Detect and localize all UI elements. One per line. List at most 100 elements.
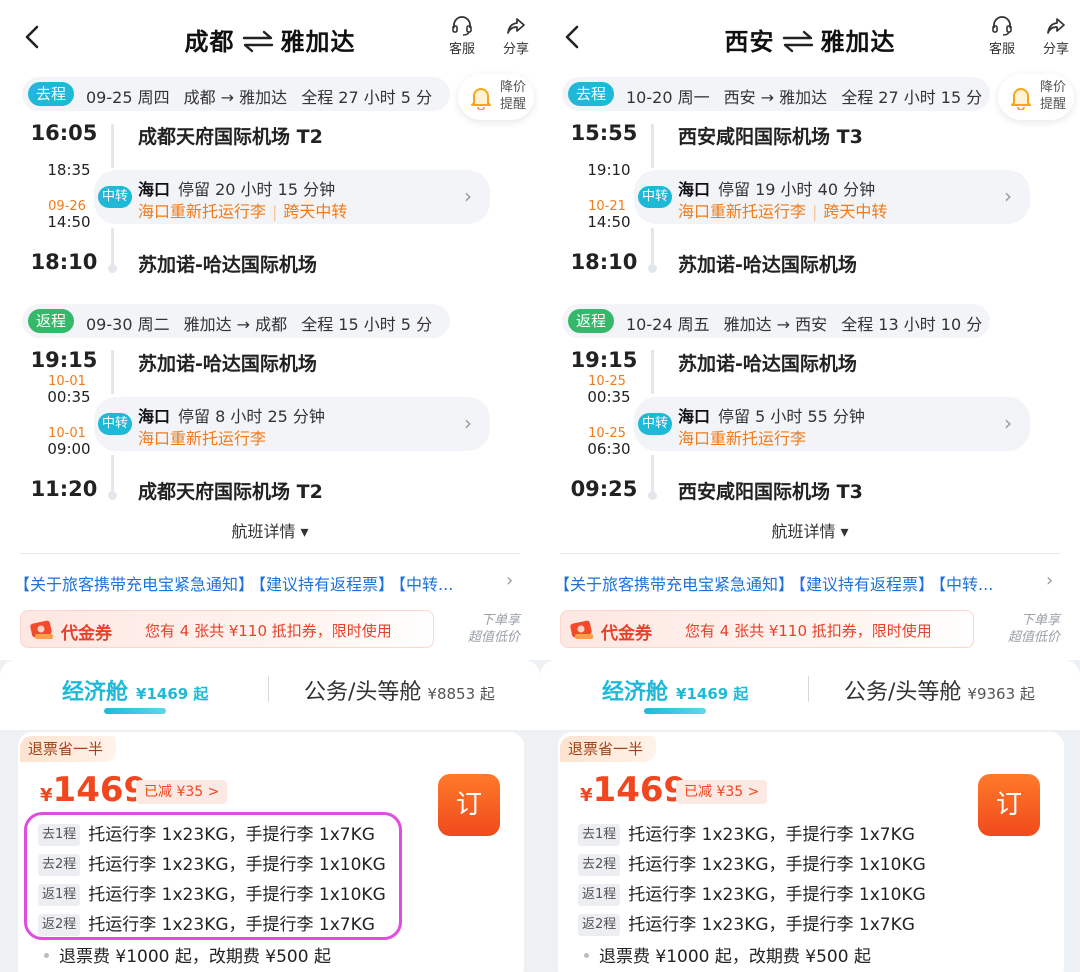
- currency-symbol: ¥: [580, 785, 593, 806]
- coupon-side-note: 下单享 超值低价: [986, 612, 1060, 646]
- outbound-transfer-card[interactable]: 中转 海口 停留 20 小时 15 分钟 海口重新托运行李 | 跨天中转 ›: [94, 170, 490, 224]
- coupon-side-line-2: 超值低价: [1007, 630, 1060, 645]
- notice-return-ticket[interactable]: 【建议持有返程票】: [258, 575, 394, 594]
- transfer-note-recheck: 海口重新托运行李: [678, 202, 807, 221]
- fees-text: 退票费 ¥1000 起，改期费 ¥500 起: [59, 947, 331, 967]
- flight-details-toggle[interactable]: 航班详情 ▾: [0, 518, 540, 542]
- return-duration: 全程 13 小时 10 分: [841, 315, 983, 334]
- segment-label: 返1程: [578, 884, 621, 906]
- return-departure-time: 19:15: [30, 348, 98, 372]
- coupon-side-line-1: 下单享: [1020, 613, 1060, 628]
- fees-line: 退票费 ¥1000 起，改期费 ¥500 起: [584, 942, 871, 967]
- return-date: 09-30 周二: [86, 315, 170, 334]
- transfer-badge: 中转: [98, 413, 132, 435]
- coupon-description: 您有 4 张共 ¥110 抵扣券，限时使用: [145, 622, 392, 640]
- flight-details-toggle[interactable]: 航班详情 ▾: [540, 518, 1080, 542]
- customer-service-button[interactable]: 客服: [440, 16, 484, 57]
- notice-return-ticket[interactable]: 【建议持有返程票】: [798, 575, 934, 594]
- timeline-line: [651, 455, 654, 491]
- segment-label: 返2程: [578, 914, 621, 936]
- return-tag: 返程: [568, 309, 615, 333]
- discount-badge[interactable]: 已减 ¥35 >: [136, 780, 228, 804]
- discount-badge[interactable]: 已减 ¥35 >: [676, 780, 768, 804]
- transfer-stay: 停留 5 小时 55 分钟: [718, 407, 865, 426]
- share-button[interactable]: 分享: [494, 16, 538, 57]
- outbound-departure-time: 15:55: [570, 121, 638, 145]
- outbound-departure-airport: 西安咸阳国际机场 T3: [678, 126, 863, 148]
- transfer-city: 海口: [138, 407, 171, 426]
- segment-label: 去1程: [578, 824, 621, 846]
- return-departure-airport: 苏加诺-哈达国际机场: [678, 353, 857, 375]
- notice-powerbank[interactable]: 【关于旅客携带充电宝紧急通知】: [14, 575, 254, 594]
- transfer-stay: 停留 19 小时 40 分钟: [718, 180, 876, 199]
- outbound-arrival-airport: 苏加诺-哈达国际机场: [138, 254, 317, 276]
- coupon-name: 代金券: [601, 624, 652, 644]
- tab-business[interactable]: 公务/头等舱 ¥8853 起: [304, 674, 495, 706]
- note-separator: |: [812, 202, 818, 221]
- coupon-banner[interactable]: 代金券 您有 4 张共 ¥110 抵扣券，限时使用: [560, 610, 974, 648]
- tab-economy[interactable]: 经济舱 ¥1469 起: [602, 674, 748, 706]
- baggage-row: 返1程 托运行李 1x23KG，手提行李 1x10KG: [578, 880, 926, 906]
- chevron-right-icon[interactable]: ›: [506, 570, 513, 591]
- chevron-right-icon: ›: [464, 411, 472, 435]
- note-separator: |: [272, 202, 278, 221]
- share-button[interactable]: 分享: [1034, 16, 1078, 57]
- outbound-date: 10-20 周一: [626, 88, 710, 107]
- economy-price: ¥1469 起: [676, 685, 749, 703]
- coupon-description: 您有 4 张共 ¥110 抵扣券，限时使用: [685, 622, 932, 640]
- return-transfer-arrival-date: 10-25: [588, 374, 626, 389]
- tab-economy[interactable]: 经济舱 ¥1469 起: [62, 674, 208, 706]
- baggage-row: 去2程 托运行李 1x23KG，手提行李 1x10KG: [578, 850, 926, 876]
- divider: [20, 553, 520, 554]
- return-transfer-card[interactable]: 中转 海口 停留 8 小时 25 分钟 海口重新托运行李 ›: [94, 397, 490, 451]
- return-route: 雅加达 → 西安: [723, 315, 828, 334]
- outbound-duration: 全程 27 小时 15 分: [841, 88, 983, 107]
- book-button[interactable]: 订: [438, 774, 500, 836]
- share-icon: [1047, 18, 1065, 34]
- baggage-row: 返2程 托运行李 1x23KG，手提行李 1x7KG: [578, 910, 915, 936]
- fees-text: 退票费 ¥1000 起，改期费 ¥500 起: [599, 947, 871, 967]
- transfer-note-recheck: 海口重新托运行李: [678, 429, 807, 448]
- notice-powerbank[interactable]: 【关于旅客携带充电宝紧急通知】: [554, 575, 794, 594]
- transfer-note-overnight: 跨天中转: [283, 202, 348, 221]
- economy-label: 经济舱: [62, 680, 129, 705]
- title-origin: 西安: [724, 28, 775, 56]
- notice-bar[interactable]: 【关于旅客携带充电宝紧急通知】 【建议持有返程票】 【中转...: [554, 571, 1040, 595]
- timeline-line: [651, 228, 654, 264]
- baggage-text: 托运行李 1x23KG，手提行李 1x10KG: [628, 885, 926, 905]
- chevron-right-icon[interactable]: ›: [1046, 570, 1053, 591]
- return-summary-bar: 返程 10-24 周五 雅加达 → 西安 全程 13 小时 10 分: [562, 304, 990, 338]
- fees-line: 退票费 ¥1000 起，改期费 ¥500 起: [44, 942, 331, 967]
- notice-transfer[interactable]: 【中转...: [938, 575, 993, 594]
- title-origin: 成都: [184, 28, 235, 56]
- outbound-transfer-card[interactable]: 中转 海口 停留 19 小时 40 分钟 海口重新托运行李 | 跨天中转 ›: [634, 170, 1030, 224]
- share-label: 分享: [502, 42, 529, 57]
- refund-tag: 退票省一半: [560, 736, 656, 762]
- return-transfer-card[interactable]: 中转 海口 停留 5 小时 55 分钟 海口重新托运行李 ›: [634, 397, 1030, 451]
- customer-service-label: 客服: [448, 42, 475, 57]
- notice-bar[interactable]: 【关于旅客携带充电宝紧急通知】 【建议持有返程票】 【中转...: [14, 571, 500, 595]
- swap-arrows-icon: [242, 30, 273, 53]
- book-button[interactable]: 订: [978, 774, 1040, 836]
- return-route: 雅加达 → 成都: [183, 315, 288, 334]
- divider: [560, 553, 1060, 554]
- coupon-side-line-1: 下单享: [480, 613, 520, 628]
- coupon-banner[interactable]: 代金券 您有 4 张共 ¥110 抵扣券，限时使用: [20, 610, 434, 648]
- transfer-note-recheck: 海口重新托运行李: [138, 202, 267, 221]
- bullet: [44, 953, 49, 958]
- screenshot-right-xian: 西安 雅加达 客服 分享 去程 10-20 周一 西安 → 雅加达 全程 27 小时 …: [540, 0, 1080, 972]
- return-arrival-airport: 西安咸阳国际机场 T3: [678, 481, 863, 503]
- customer-service-button[interactable]: 客服: [980, 16, 1024, 57]
- price-alert-button[interactable]: 降价 提醒: [998, 74, 1074, 120]
- divider: [268, 676, 269, 702]
- customer-service-label: 客服: [988, 42, 1015, 57]
- transfer-badge: 中转: [638, 413, 672, 435]
- chevron-right-icon: ›: [1004, 184, 1012, 208]
- timeline-line: [111, 228, 114, 264]
- coupon-name: 代金券: [61, 624, 112, 644]
- notice-transfer[interactable]: 【中转...: [398, 575, 453, 594]
- tab-business[interactable]: 公务/头等舱 ¥9363 起: [844, 674, 1035, 706]
- share-icon: [507, 18, 525, 34]
- price-alert-button[interactable]: 降价 提醒: [458, 74, 534, 120]
- transfer-badge: 中转: [638, 186, 672, 208]
